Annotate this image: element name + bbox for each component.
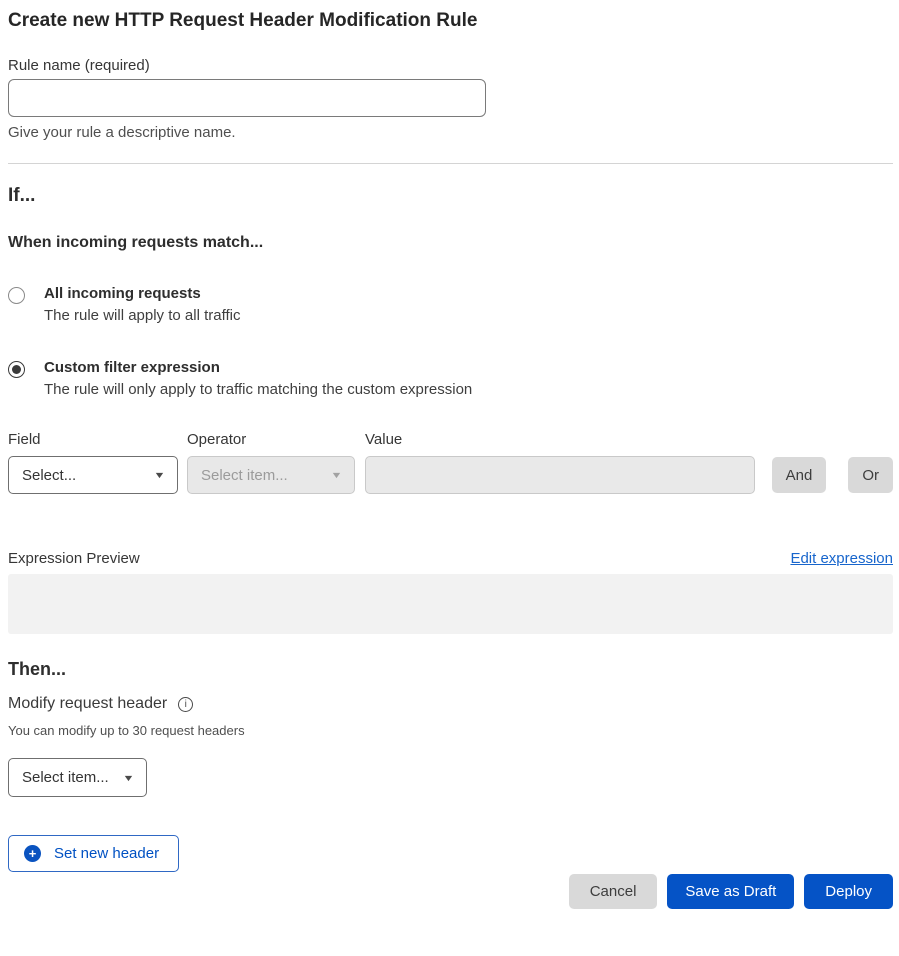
operator-label: Operator xyxy=(187,431,355,448)
expression-preview-label: Expression Preview xyxy=(8,550,140,567)
modify-header-help: You can modify up to 30 request headers xyxy=(8,723,893,738)
plus-icon: + xyxy=(24,845,41,862)
expression-builder-row: Field Select... ▼ Operator Select item..… xyxy=(8,431,893,494)
header-action-select-value: Select item... xyxy=(22,769,109,786)
then-heading: Then... xyxy=(8,659,893,680)
chevron-down-icon: ▼ xyxy=(330,470,342,480)
or-button[interactable]: Or xyxy=(848,457,893,493)
save-as-draft-button[interactable]: Save as Draft xyxy=(667,874,794,909)
operator-select: Select item... ▼ xyxy=(187,456,355,494)
chevron-down-icon: ▼ xyxy=(153,470,165,480)
info-icon[interactable]: i xyxy=(178,697,193,712)
cancel-button[interactable]: Cancel xyxy=(569,874,658,909)
field-select-value: Select... xyxy=(22,467,76,484)
footer-actions: Cancel Save as Draft Deploy xyxy=(8,874,893,909)
rule-name-help: Give your rule a descriptive name. xyxy=(8,124,893,141)
header-action-select[interactable]: Select item... ▼ xyxy=(8,758,147,797)
section-divider xyxy=(8,163,893,164)
radio-option-all-incoming-requests[interactable]: All incoming requests The rule will appl… xyxy=(8,285,893,324)
deploy-button[interactable]: Deploy xyxy=(804,874,893,909)
page-title: Create new HTTP Request Header Modificat… xyxy=(8,8,893,34)
field-label: Field xyxy=(8,431,178,448)
value-label: Value xyxy=(365,431,755,448)
field-select[interactable]: Select... ▼ xyxy=(8,456,178,494)
radio-option-label: Custom filter expression xyxy=(44,359,472,376)
radio-selected-icon[interactable] xyxy=(8,361,25,378)
edit-expression-link[interactable]: Edit expression xyxy=(790,550,893,567)
operator-select-value: Select item... xyxy=(201,467,288,484)
modify-request-header-label: Modify request header xyxy=(8,695,167,713)
radio-option-label: All incoming requests xyxy=(44,285,240,302)
radio-option-custom-filter-expression[interactable]: Custom filter expression The rule will o… xyxy=(8,359,893,398)
value-input xyxy=(365,456,755,494)
expression-preview-header: Expression Preview Edit expression xyxy=(8,550,893,567)
radio-option-description: The rule will apply to all traffic xyxy=(44,307,240,324)
expression-preview-box xyxy=(8,574,893,634)
and-button[interactable]: And xyxy=(772,457,827,493)
if-heading: If... xyxy=(8,185,893,207)
match-subheading: When incoming requests match... xyxy=(8,234,893,252)
radio-unselected-icon[interactable] xyxy=(8,287,25,304)
set-new-header-label: Set new header xyxy=(54,845,159,862)
set-new-header-button[interactable]: + Set new header xyxy=(8,835,179,872)
chevron-down-icon: ▼ xyxy=(122,773,134,783)
rule-name-input[interactable] xyxy=(8,79,486,117)
rule-name-label: Rule name (required) xyxy=(8,57,893,74)
radio-option-description: The rule will only apply to traffic matc… xyxy=(44,381,472,398)
create-rule-page: Create new HTTP Request Header Modificat… xyxy=(8,8,893,909)
